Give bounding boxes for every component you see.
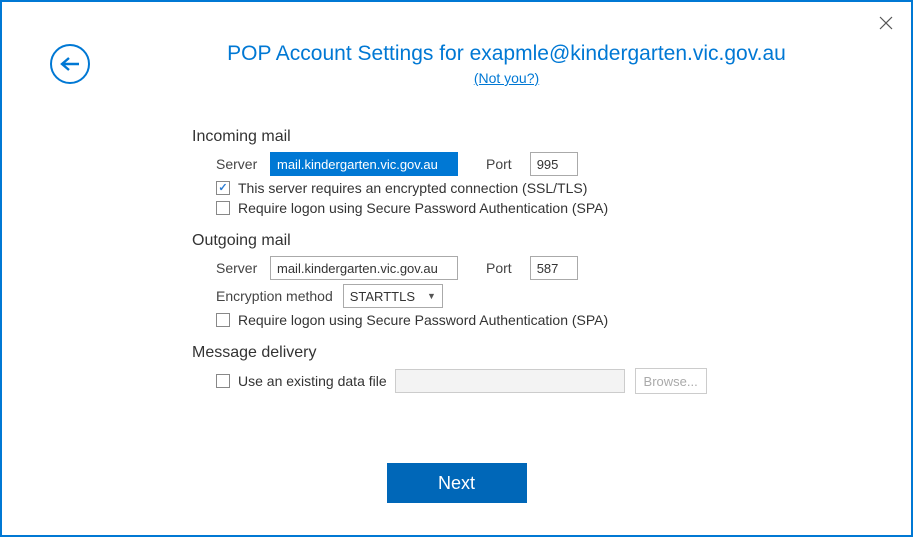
incoming-server-row: Server Port bbox=[192, 152, 752, 176]
not-you-link[interactable]: (Not you?) bbox=[474, 70, 539, 86]
outgoing-server-row: Server Port bbox=[192, 256, 752, 280]
incoming-spa-checkbox[interactable] bbox=[216, 201, 230, 215]
outgoing-server-input[interactable] bbox=[270, 256, 458, 280]
page-title: POP Account Settings for exapmle@kinderg… bbox=[142, 42, 871, 66]
incoming-port-input[interactable] bbox=[530, 152, 578, 176]
outgoing-spa-checkbox[interactable] bbox=[216, 313, 230, 327]
encryption-row: Encryption method STARTTLS ▼ bbox=[192, 284, 752, 308]
encryption-value: STARTTLS bbox=[350, 289, 415, 304]
outgoing-spa-label: Require logon using Secure Password Auth… bbox=[238, 312, 608, 328]
use-existing-label: Use an existing data file bbox=[238, 373, 387, 389]
title-email: exapmle@kindergarten.vic.gov.au bbox=[470, 42, 786, 65]
browse-button: Browse... bbox=[635, 368, 707, 394]
dialog-window: POP Account Settings for exapmle@kinderg… bbox=[0, 0, 913, 537]
incoming-heading: Incoming mail bbox=[192, 128, 752, 146]
back-button[interactable] bbox=[50, 44, 90, 84]
encryption-label: Encryption method bbox=[216, 288, 333, 304]
incoming-ssl-checkbox[interactable] bbox=[216, 181, 230, 195]
incoming-server-label: Server bbox=[216, 156, 260, 172]
incoming-ssl-row: This server requires an encrypted connec… bbox=[192, 180, 752, 196]
delivery-heading: Message delivery bbox=[192, 344, 752, 362]
outgoing-port-label: Port bbox=[486, 260, 512, 276]
next-button[interactable]: Next bbox=[387, 463, 527, 503]
incoming-spa-label: Require logon using Secure Password Auth… bbox=[238, 200, 608, 216]
title-prefix: POP Account Settings for bbox=[227, 42, 469, 65]
close-icon[interactable] bbox=[879, 16, 893, 30]
encryption-select[interactable]: STARTTLS ▼ bbox=[343, 284, 443, 308]
use-existing-checkbox[interactable] bbox=[216, 374, 230, 388]
outgoing-spa-row: Require logon using Secure Password Auth… bbox=[192, 312, 752, 328]
outgoing-heading: Outgoing mail bbox=[192, 232, 752, 250]
form-area: Incoming mail Server Port This server re… bbox=[192, 118, 752, 394]
incoming-port-label: Port bbox=[486, 156, 512, 172]
incoming-ssl-label: This server requires an encrypted connec… bbox=[238, 180, 587, 196]
outgoing-port-input[interactable] bbox=[530, 256, 578, 280]
datafile-path-input bbox=[395, 369, 625, 393]
incoming-spa-row: Require logon using Secure Password Auth… bbox=[192, 200, 752, 216]
datafile-row: Use an existing data file Browse... bbox=[192, 368, 752, 394]
title-area: POP Account Settings for exapmle@kinderg… bbox=[142, 42, 871, 86]
incoming-server-input[interactable] bbox=[270, 152, 458, 176]
chevron-down-icon: ▼ bbox=[427, 291, 436, 301]
outgoing-server-label: Server bbox=[216, 260, 260, 276]
